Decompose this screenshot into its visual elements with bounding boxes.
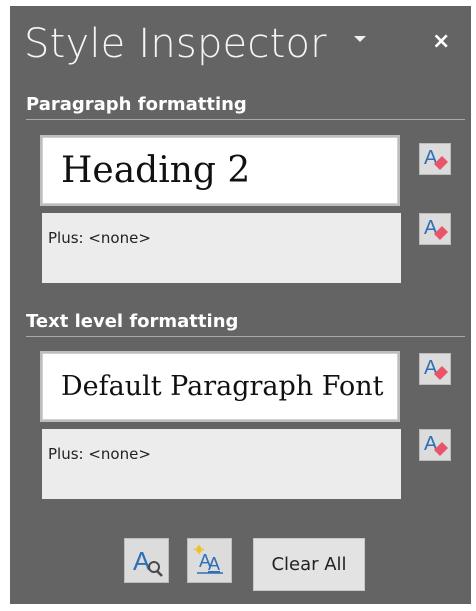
close-icon[interactable]: ×	[432, 30, 450, 54]
paragraph-style-name: Heading 2	[61, 150, 251, 191]
clear-all-label: Clear All	[271, 554, 347, 575]
clear-text-level-formatting-button[interactable]: A	[419, 429, 451, 461]
section-divider	[26, 119, 465, 120]
eraser-a-icon: A	[424, 147, 448, 170]
style-inspector-pane: Style Inspector × Paragraph formatting H…	[10, 6, 471, 604]
pane-title: Style Inspector	[24, 21, 327, 67]
text-level-style-name: Default Paragraph Font	[61, 371, 384, 402]
paragraph-plus-box[interactable]: Plus: <none>	[42, 213, 401, 283]
new-style-button[interactable]: A A	[187, 538, 232, 583]
eraser-a-icon: A	[424, 433, 448, 456]
svg-text:A: A	[133, 546, 151, 576]
chevron-down-icon[interactable]	[354, 36, 366, 42]
eraser-a-icon: A	[424, 357, 448, 380]
new-style-icon: A A	[194, 545, 223, 574]
clear-paragraph-style-button[interactable]: A	[419, 143, 451, 175]
text-level-plus-box[interactable]: Plus: <none>	[42, 429, 401, 499]
clear-text-level-style-button[interactable]: A	[419, 353, 451, 385]
text-level-formatting-label: Text level formatting	[26, 311, 239, 332]
paragraph-plus-text: Plus: <none>	[48, 229, 151, 247]
section-divider	[26, 336, 465, 337]
reveal-formatting-icon: A	[133, 546, 163, 577]
eraser-a-icon: A	[424, 217, 448, 240]
text-level-style-box[interactable]: Default Paragraph Font	[40, 351, 400, 422]
paragraph-formatting-label: Paragraph formatting	[26, 94, 247, 115]
paragraph-style-box[interactable]: Heading 2	[40, 135, 400, 206]
text-level-plus-text: Plus: <none>	[48, 445, 151, 463]
clear-paragraph-formatting-button[interactable]: A	[419, 213, 451, 245]
reveal-formatting-button[interactable]: A	[124, 538, 169, 583]
clear-all-button[interactable]: Clear All	[253, 538, 365, 591]
svg-text:A: A	[208, 554, 220, 574]
